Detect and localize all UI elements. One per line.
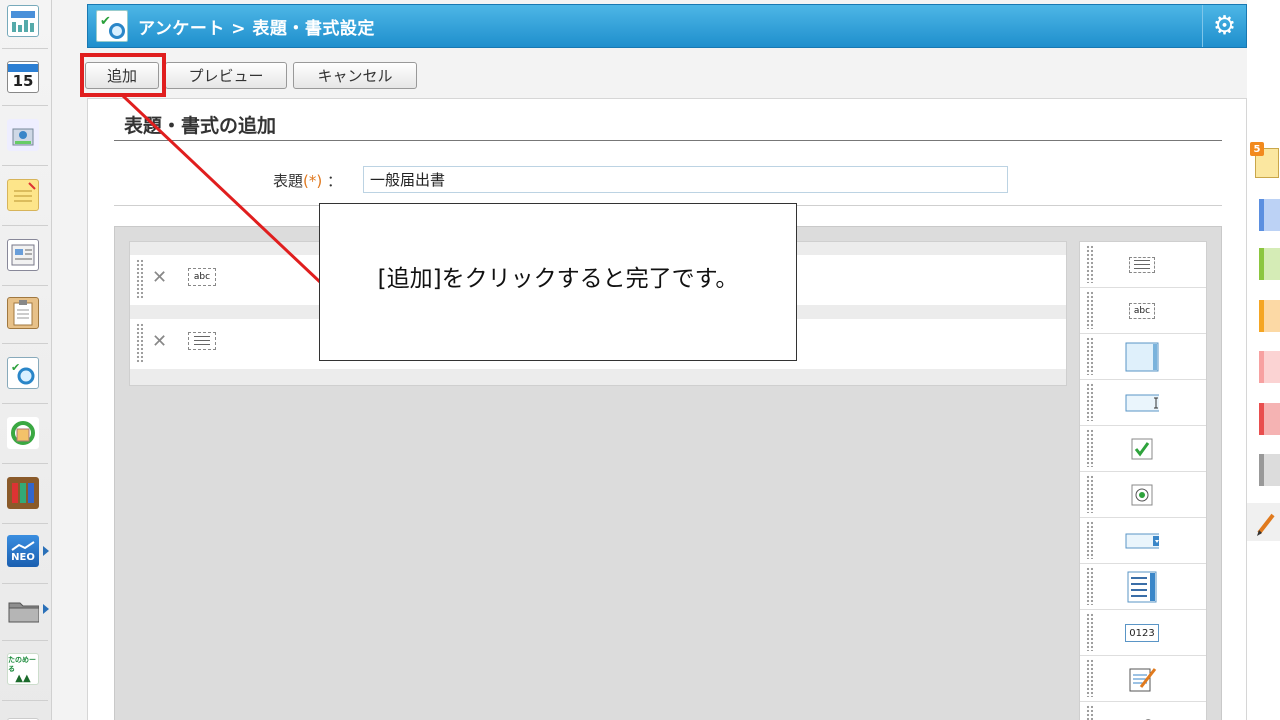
palette-item[interactable] — [1080, 564, 1206, 610]
color-tab-pink[interactable] — [1247, 348, 1280, 386]
highlight-frame — [80, 53, 166, 97]
palette-item[interactable] — [1080, 518, 1206, 564]
color-tab-red[interactable] — [1247, 400, 1280, 438]
app-icon[interactable] — [4, 706, 42, 720]
facility-icon[interactable] — [4, 116, 42, 154]
required-mark: (*) — [303, 172, 323, 190]
cancel-button[interactable]: キャンセル — [293, 62, 417, 89]
form-panel: 表題・書式の追加 表題(*) ： ✕ abc ✕ — [87, 98, 1247, 720]
color-tab-blue[interactable] — [1247, 196, 1280, 234]
subject-label: 表題(*) ： — [273, 170, 342, 191]
single-line-input-icon — [1125, 392, 1159, 414]
bulletin-icon[interactable] — [4, 236, 42, 274]
cabinet-icon[interactable] — [4, 474, 42, 512]
palette-item[interactable] — [1080, 426, 1206, 472]
title-bar: ✔ アンケート > 表題・書式設定 ⚙ — [87, 4, 1247, 48]
subject-input[interactable] — [363, 166, 1008, 193]
textbox-field-icon: abc — [188, 268, 216, 286]
palette-item[interactable] — [1080, 472, 1206, 518]
parts-palette: abc 0123 — [1079, 241, 1207, 720]
drag-handle[interactable] — [136, 259, 143, 299]
folder-icon[interactable] — [4, 592, 42, 630]
subject-label-text: 表題 — [273, 172, 304, 190]
palette-item[interactable] — [1080, 334, 1206, 380]
drag-handle[interactable] — [136, 323, 143, 363]
callout-box: [追加]をクリックすると完了です。 — [319, 203, 797, 361]
calendar-day: 15 — [12, 72, 34, 90]
palette-item[interactable] — [1080, 242, 1206, 288]
listbox-part-icon — [1125, 571, 1159, 603]
neo-label: NEO — [11, 551, 35, 563]
app-dock: 15 ✔ NEO たのめーる ▲▲ — [0, 0, 52, 720]
checkbox-part-icon — [1125, 438, 1159, 460]
close-icon[interactable]: ✕ — [152, 267, 167, 288]
tanomail-icon[interactable]: たのめーる ▲▲ — [4, 650, 42, 688]
palette-item[interactable]: abc — [1080, 288, 1206, 334]
label-part-icon — [1125, 254, 1159, 276]
attachment-part-icon — [1125, 714, 1159, 720]
color-tab-gray[interactable] — [1247, 451, 1280, 489]
calendar-icon[interactable]: 15 — [4, 58, 42, 96]
textbox-part-icon: abc — [1125, 300, 1159, 322]
survey-icon[interactable]: ✔ — [4, 354, 42, 392]
refresh-icon[interactable] — [4, 414, 42, 452]
label-field-icon — [188, 332, 216, 350]
portal-icon[interactable] — [4, 2, 42, 40]
pencil-icon[interactable] — [1247, 503, 1280, 541]
right-sidebar: 5 — [1247, 0, 1280, 720]
callout-text: [追加]をクリックすると完了です。 — [377, 266, 739, 292]
panel-title: 表題・書式の追加 — [124, 115, 277, 137]
radio-part-icon — [1125, 484, 1159, 506]
divider — [114, 140, 1222, 141]
label-colon: ： — [327, 172, 343, 190]
palette-item[interactable] — [1080, 656, 1206, 702]
palette-item[interactable] — [1080, 702, 1206, 720]
gear-icon[interactable]: ⚙ — [1202, 5, 1246, 47]
tanomail-label: たのめーる — [8, 655, 36, 673]
palette-item[interactable]: 0123 — [1080, 610, 1206, 656]
number-part-icon: 0123 — [1125, 622, 1159, 644]
color-tab-orange[interactable] — [1247, 297, 1280, 335]
clipboard-icon[interactable] — [4, 294, 42, 332]
palette-item[interactable] — [1080, 380, 1206, 426]
notification-icon[interactable]: 5 — [1249, 142, 1279, 180]
neo-icon[interactable]: NEO — [4, 532, 42, 570]
textarea-part-icon — [1125, 342, 1159, 372]
notification-badge: 5 — [1250, 142, 1264, 156]
page-title: アンケート > 表題・書式設定 — [138, 18, 375, 39]
survey-icon: ✔ — [96, 10, 128, 42]
color-tab-green[interactable] — [1247, 245, 1280, 283]
preview-button[interactable]: プレビュー — [165, 62, 287, 89]
dropdown-part-icon — [1125, 530, 1159, 552]
memo-icon[interactable] — [4, 176, 42, 214]
memo-part-icon — [1125, 668, 1159, 692]
close-icon[interactable]: ✕ — [152, 331, 167, 352]
